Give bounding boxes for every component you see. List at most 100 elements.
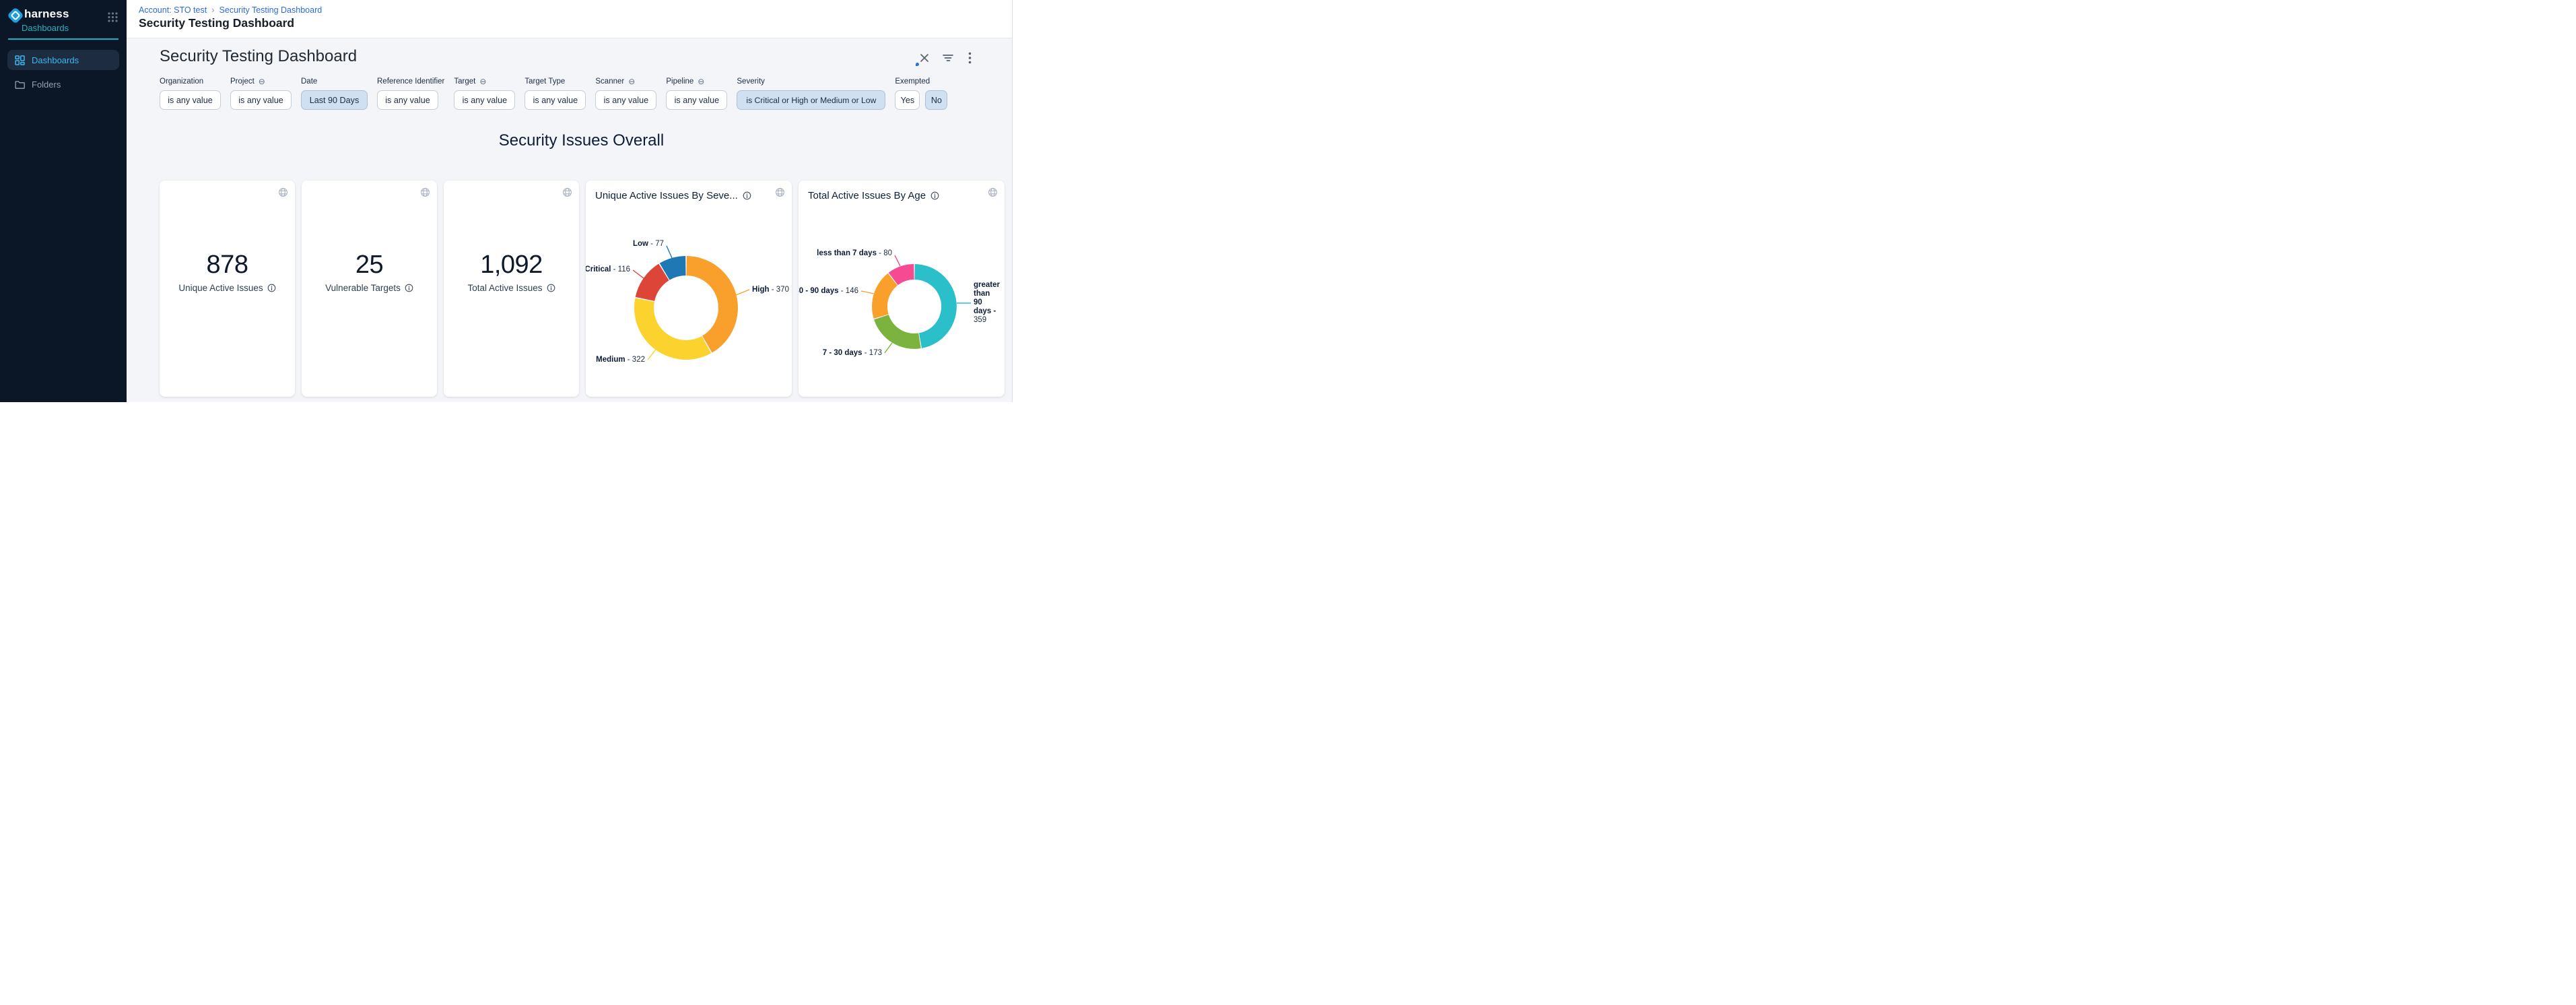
filter-value[interactable]: is any value — [160, 90, 221, 110]
globe-icon[interactable] — [420, 187, 430, 197]
globe-icon[interactable] — [278, 187, 288, 197]
chevron-right-icon: › — [211, 5, 214, 15]
filter-label: Date — [301, 77, 317, 86]
stat-value: 1,092 — [444, 251, 579, 280]
filter-value[interactable]: Last 90 Days — [301, 90, 368, 110]
stat-label-text: Vulnerable Targets — [325, 283, 401, 293]
filter-value[interactable]: is any value — [230, 90, 292, 110]
filter-value[interactable]: is any value — [595, 90, 656, 110]
breadcrumb-account-link[interactable]: Account: STO test — [139, 5, 207, 15]
cursor-dot — [916, 63, 919, 66]
filter-label: Scanner — [595, 77, 624, 86]
dashboard-content: Security Testing Dashboard Organization i… — [127, 38, 1012, 402]
sidebar: harness Dashboards Dashboards Folders — [0, 0, 127, 402]
filter-target-type: Target Type is any value — [524, 76, 586, 110]
label-leader-line — [861, 291, 874, 294]
stat-label-text: Unique Active Issues — [178, 283, 263, 293]
stat-label: Total Active Issues — [444, 283, 579, 293]
donut-label: Low - 77 — [633, 240, 664, 248]
filter-label: Organization — [160, 77, 203, 86]
brand-name: harness — [24, 7, 69, 22]
stat-card-vulnerable-targets: 25 Vulnerable Targets — [302, 181, 437, 397]
filter-bar: Organization is any value Project ⊖ is any v… — [160, 76, 947, 110]
sidebar-menu: Dashboards Folders — [0, 50, 127, 94]
sidebar-item-folders[interactable]: Folders — [7, 74, 119, 94]
stat-label: Vulnerable Targets — [302, 283, 437, 293]
grid-menu-icon[interactable] — [107, 11, 118, 23]
breadcrumb-dashboard-link[interactable]: Security Testing Dashboard — [219, 5, 323, 15]
sidebar-divider — [8, 38, 118, 40]
filter-scanner: Scanner ⊖ is any value — [595, 76, 656, 110]
donut-segment-high[interactable] — [687, 256, 738, 353]
sidebar-item-dashboards[interactable]: Dashboards — [7, 50, 119, 70]
scrollbar[interactable] — [1012, 0, 1030, 402]
donut-segment-greater-than-90-days[interactable] — [914, 264, 956, 348]
filter-reference-identifier: Reference Identifier is any value — [377, 76, 444, 110]
donut-segment-medium[interactable] — [634, 298, 711, 360]
cards-row: 878Unique Active Issues25 Vulnerable Targ… — [160, 181, 1005, 397]
filter-date: Date Last 90 Days — [301, 76, 368, 110]
section-title: Security Issues Overall — [160, 131, 1003, 150]
label-leader-line — [895, 255, 900, 266]
filter-value[interactable]: is any value — [377, 90, 438, 110]
filter-label: Exempted — [895, 77, 930, 86]
donut-label: Medium - 322 — [596, 356, 645, 364]
filter-label: Target Type — [524, 77, 565, 86]
link-icon: ⊖ — [479, 78, 486, 85]
dashboard-actions-menu-button[interactable] — [961, 50, 978, 66]
filter-icon — [943, 53, 953, 63]
filter-target: Target ⊖ is any value — [454, 76, 515, 110]
donut-label: High - 370 — [752, 286, 789, 294]
stat-card-unique-active-issues: 878Unique Active Issues — [160, 181, 295, 397]
sidebar-item-label: Folders — [32, 79, 61, 90]
filter-label: Target — [454, 77, 475, 86]
product-name: Dashboards — [22, 23, 127, 33]
filter-severity: Severity is Critical or High or Medium or… — [737, 76, 885, 110]
filter-exempted: Exempted YesNo — [895, 76, 947, 110]
filter-label: Reference Identifier — [377, 77, 444, 86]
link-icon: ⊖ — [698, 78, 704, 85]
brand-row[interactable]: harness — [0, 0, 127, 24]
donut-chart: High - 370 Medium - 322 Critical - 116 Low … — [586, 181, 792, 397]
harness-logo — [7, 7, 24, 24]
stat-value: 25 — [302, 251, 437, 280]
link-icon: ⊖ — [628, 78, 635, 85]
info-icon[interactable] — [405, 284, 413, 292]
donut-label: greaterthan90days -359 — [974, 281, 1001, 324]
label-leader-line — [648, 350, 656, 360]
filter-option-yes[interactable]: Yes — [895, 90, 920, 110]
filter-value[interactable]: is any value — [666, 90, 727, 110]
stat-label-text: Total Active Issues — [467, 283, 542, 293]
filter-label: Severity — [737, 77, 765, 86]
info-icon[interactable] — [547, 284, 555, 292]
sidebar-item-label: Dashboards — [32, 55, 79, 65]
close-icon — [920, 53, 929, 63]
donut-chart: greaterthan90days -3597 - 30 days - 1733… — [799, 181, 1005, 397]
dashboard-title: Security Testing Dashboard — [160, 47, 357, 66]
link-icon: ⊖ — [259, 78, 265, 85]
label-leader-line — [736, 290, 749, 295]
donut-label: Critical - 116 — [586, 265, 630, 273]
donut-segment-30---90-days[interactable] — [872, 273, 897, 319]
chart-card-1: Unique Active Issues By Seve...High - 37… — [586, 181, 792, 397]
filter-label: Project — [230, 77, 255, 86]
globe-icon[interactable] — [562, 187, 572, 197]
stat-label: Unique Active Issues — [160, 283, 295, 293]
page-header: Account: STO test › Security Testing Das… — [127, 0, 1012, 38]
filter-project: Project ⊖ is any value — [230, 76, 292, 110]
label-leader-line — [633, 270, 644, 278]
dashboard-filters-button[interactable] — [940, 50, 956, 66]
filter-value[interactable]: is Critical or High or Medium or Low — [737, 90, 885, 110]
folder-icon — [15, 79, 25, 90]
stat-card-total-active-issues: 1,092 Total Active Issues — [444, 181, 579, 397]
filter-pipeline: Pipeline ⊖ is any value — [666, 76, 727, 110]
filter-label: Pipeline — [666, 77, 693, 86]
info-icon[interactable] — [267, 284, 276, 292]
filter-value[interactable]: is any value — [524, 90, 586, 110]
filter-value[interactable]: is any value — [454, 90, 515, 110]
donut-segment-7---30-days[interactable] — [874, 315, 921, 349]
donut-label: 7 - 30 days - 173 — [823, 349, 882, 357]
donut-label: less than 7 days - 80 — [817, 249, 892, 257]
filter-option-no[interactable]: No — [925, 90, 947, 110]
dashboards-icon — [15, 55, 25, 65]
